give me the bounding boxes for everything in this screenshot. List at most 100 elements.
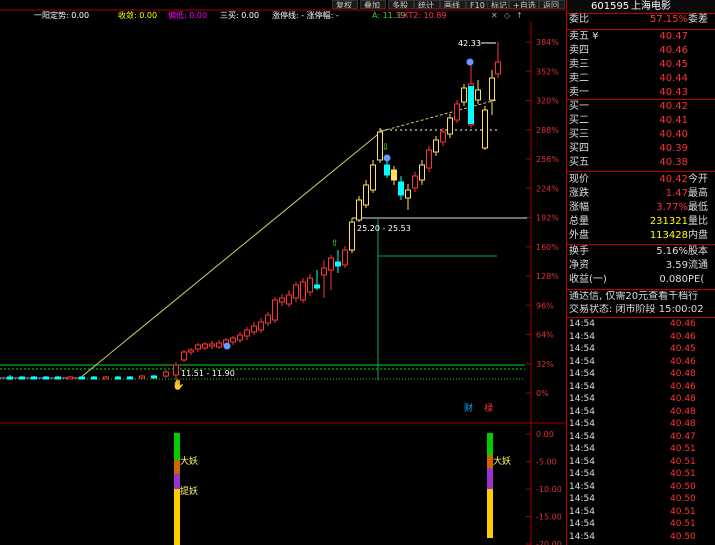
- chart-area[interactable]: 复权 叠加 多股 统计 画线 F10 标记 +自选 返回 一阳定势: 0.00 收敛: 0.00 偏…: [0, 0, 565, 545]
- trade-price: 40.47: [670, 431, 696, 442]
- candle-body: [454, 103, 460, 121]
- candle-body: [461, 87, 467, 103]
- trade-time: 14:54: [569, 456, 595, 467]
- high-label: 42.33: [458, 39, 481, 48]
- price-tick-label: 320%: [536, 97, 559, 106]
- price-tick-label: 160%: [536, 243, 559, 252]
- quote-extra: 最低: [688, 202, 708, 213]
- trade-row: 14:54 40.47: [567, 432, 715, 443]
- quote-panel: 601595 上海电影 委比 57.15% 委差 卖五 ¥ 40.47 卖四 40.46 卖三…: [566, 0, 715, 545]
- divider: [567, 289, 715, 290]
- price-chart[interactable]: 384% 352% 320% 288% 256% 224% 192% 160% 128% 96% 6…: [0, 0, 565, 545]
- quote-label: 卖五 ¥: [569, 31, 599, 42]
- trade-time: 14:54: [569, 369, 595, 379]
- candle-body: [272, 299, 278, 321]
- lu-label[interactable]: 禄: [484, 402, 493, 414]
- trade-row: 14:54 40.48: [567, 419, 715, 430]
- trade-row: 14:54 40.50: [567, 494, 715, 505]
- candle-body: [286, 294, 292, 305]
- quote-value: 40.41: [659, 115, 688, 126]
- hand-pointer-icon: ✋: [172, 378, 184, 391]
- quote-label: 买三: [569, 129, 589, 140]
- trade-price: 40.48: [670, 406, 696, 417]
- quote-value: 40.40: [659, 129, 688, 140]
- quote-value: 0.080: [659, 274, 688, 285]
- trade-price: 40.46: [670, 356, 696, 367]
- trend-line-ext: [381, 99, 497, 132]
- trade-price: 40.50: [670, 481, 696, 492]
- candle-body: [321, 267, 327, 276]
- candle-body: [363, 184, 369, 206]
- trade-price: 40.48: [670, 419, 696, 429]
- candle-body: [7, 376, 13, 380]
- quote-value: 5.16%: [656, 246, 688, 257]
- trade-row: 14:54 40.50: [567, 532, 715, 543]
- candle-body: [163, 371, 169, 377]
- candle-body: [67, 376, 73, 380]
- candle-body: [279, 297, 285, 303]
- quote-extra: 最高: [688, 188, 708, 199]
- candle-body: [412, 175, 418, 189]
- candle-body: [43, 376, 49, 380]
- candle-body: [349, 221, 355, 251]
- trade-row: 14:54 40.45: [567, 344, 715, 355]
- quote-row: 买三 40.40: [567, 129, 715, 140]
- trade-time: 14:54: [569, 319, 595, 329]
- stock-name: 上海电影: [631, 1, 671, 12]
- candle-body: [495, 61, 501, 75]
- candle-body: [79, 376, 85, 380]
- quote-value: 40.43: [659, 87, 688, 98]
- candle-body: [181, 351, 187, 361]
- candle-body: [216, 342, 222, 348]
- trade-time: 14:54: [569, 469, 595, 479]
- candle-body: [265, 314, 271, 324]
- quote-row: 卖二 40.44: [567, 73, 715, 84]
- quote-extra: 股本: [688, 246, 708, 257]
- candle-body: [475, 89, 481, 101]
- quote-label: 卖二: [569, 73, 589, 84]
- price-tick-label: 64%: [536, 331, 554, 340]
- quote-extra: PE(: [688, 274, 705, 285]
- candle-body: [482, 109, 488, 149]
- quote-row: 买四 40.39: [567, 143, 715, 154]
- candle-body: [195, 344, 201, 350]
- notice-text[interactable]: 通达信, 仅需20元查看千档行: [569, 291, 715, 303]
- trade-price: 40.48: [670, 369, 696, 379]
- candle-body: [230, 337, 236, 343]
- cai-label[interactable]: 财: [464, 402, 473, 414]
- candle-body: [405, 189, 411, 199]
- price-tick-label: 0%: [536, 389, 549, 398]
- quote-label: 外盘: [569, 230, 589, 241]
- quote-label: 总量: [569, 216, 589, 227]
- quote-value: 3.59: [665, 260, 688, 271]
- candle-body: [258, 321, 264, 331]
- quote-label: 现价: [569, 174, 589, 185]
- marker-badge-icon: [383, 154, 391, 162]
- price-tick-label: 224%: [536, 184, 559, 193]
- indicator-tick-label: -15.00: [536, 513, 562, 522]
- candle-body: [300, 281, 306, 301]
- candle-body: [19, 376, 25, 380]
- quote-value: 40.39: [659, 143, 688, 154]
- trade-row: 14:54 40.51: [567, 444, 715, 455]
- trade-time: 14:54: [569, 531, 595, 542]
- indicator-bar-segment: [487, 433, 493, 455]
- trade-row: 14:54 40.46: [567, 382, 715, 393]
- trade-status: 交易状态: 闭市阶段 15:00:02: [569, 304, 704, 315]
- divider: [567, 171, 715, 172]
- quote-row: 外盘 113428 内盘: [567, 230, 715, 241]
- quote-extra: 委差: [688, 14, 708, 25]
- trade-price: 40.46: [670, 319, 696, 329]
- trade-time: 14:54: [569, 444, 595, 454]
- trade-price: 40.51: [670, 444, 696, 454]
- trade-price: 40.51: [670, 519, 696, 529]
- quote-value: 1.47: [665, 188, 688, 199]
- candle-body: [447, 117, 453, 135]
- trade-time: 14:54: [569, 381, 595, 392]
- candle-body: [426, 149, 432, 169]
- quote-value: 231321: [649, 216, 688, 227]
- trade-row: 14:54 40.46: [567, 332, 715, 343]
- trade-price: 40.46: [670, 381, 696, 392]
- candle-body: [370, 164, 376, 191]
- indicator-tick-label: -5.00: [536, 458, 557, 467]
